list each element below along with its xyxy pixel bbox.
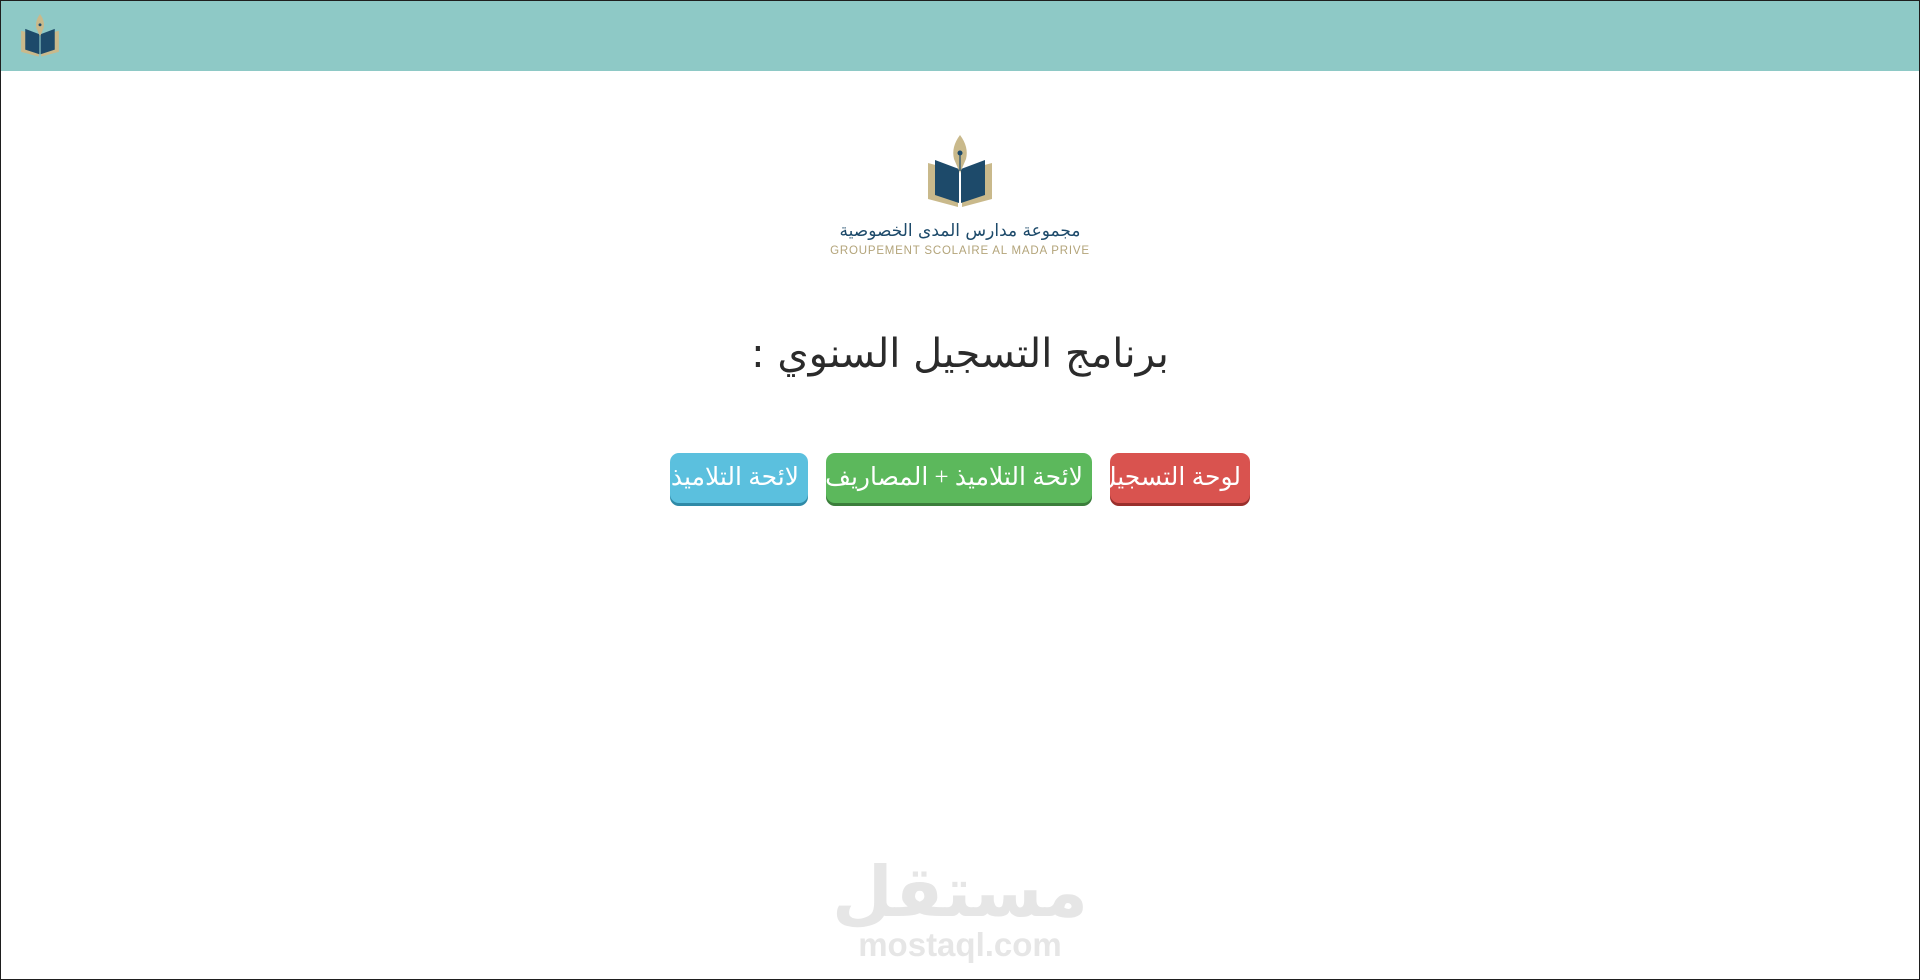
action-buttons: لوحة التسجيل لائحة التلاميذ + المصاريف ل… xyxy=(1,453,1919,503)
school-logo-icon[interactable] xyxy=(19,13,61,59)
watermark-arabic: مستقل xyxy=(831,851,1088,933)
brand-block: مجموعة مدارس المدى الخصوصية GROUPEMENT S… xyxy=(1,133,1919,257)
book-pen-emblem-icon xyxy=(928,135,992,207)
page-title: برنامج التسجيل السنوي : xyxy=(751,331,1169,377)
watermark-latin: mostaql.com xyxy=(858,926,1062,963)
top-bar xyxy=(1,1,1919,71)
students-list-button[interactable]: لائحة التلاميذ xyxy=(670,453,808,503)
students-fees-list-button[interactable]: لائحة التلاميذ + المصاريف xyxy=(825,453,1092,503)
watermark: مستقل mostaql.com xyxy=(1,857,1919,963)
brand-arabic-name: مجموعة مدارس المدى الخصوصية xyxy=(839,221,1081,241)
registration-board-button[interactable]: لوحة التسجيل xyxy=(1098,453,1250,503)
brand-french-name: GROUPEMENT SCOLAIRE AL MADA PRIVE xyxy=(830,245,1090,257)
page: مجموعة مدارس المدى الخصوصية GROUPEMENT S… xyxy=(0,0,1920,980)
